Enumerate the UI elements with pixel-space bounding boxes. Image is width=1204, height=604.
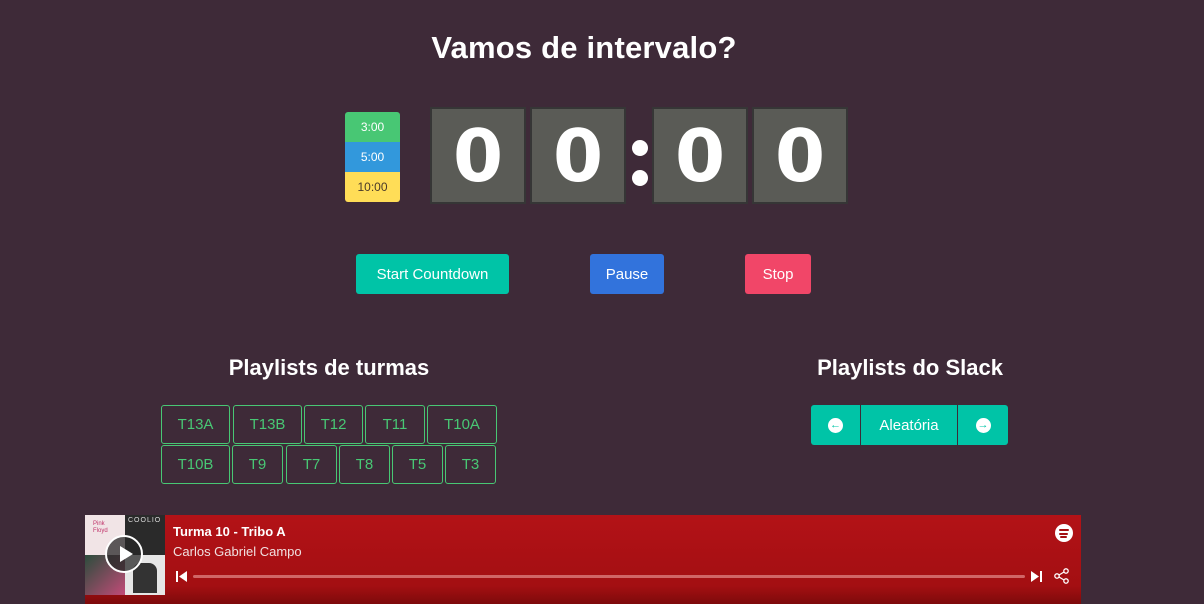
playback-progress-bar[interactable] [193,575,1025,578]
start-countdown-button[interactable]: Start Countdown [356,254,509,294]
share-icon[interactable] [1053,567,1071,585]
turma-button-t7[interactable]: T7 [286,445,337,484]
turma-button-t10b[interactable]: T10B [161,445,230,484]
preset-10min-button[interactable]: 10:00 [345,172,400,202]
turma-button-t12[interactable]: T12 [304,405,363,444]
turmas-playlists-title: Playlists de turmas [228,355,430,380]
minutes-tens-digit: 0 [430,107,526,204]
pause-button[interactable]: Pause [590,254,664,294]
turma-button-t8[interactable]: T8 [339,445,390,484]
cover-text: COOLIO [128,517,162,524]
turma-button-t9[interactable]: T9 [232,445,283,484]
slack-prev-button[interactable]: ← [811,405,860,445]
turma-button-t5[interactable]: T5 [392,445,443,484]
slack-current-playlist-button[interactable]: Aleatória [861,405,957,445]
slack-playlists-title: Playlists do Slack [817,355,1003,380]
arrow-right-icon: → [975,417,991,433]
turma-button-t10a[interactable]: T10A [427,405,497,444]
preset-3min-button[interactable]: 3:00 [345,112,400,142]
play-button[interactable] [105,535,143,573]
skip-next-icon[interactable] [1031,571,1042,582]
colon-dot-bottom [632,170,648,186]
turma-button-t13a[interactable]: T13A [161,405,230,444]
page-title: Vamos de intervalo? [431,30,737,65]
skip-previous-icon[interactable] [176,571,187,582]
track-title: Turma 10 - Tribo A [173,524,286,539]
turma-button-t11[interactable]: T11 [365,405,425,444]
spotify-player: Pink Floyd COOLIO Turma 10 - Tribo A Carl… [85,515,1081,604]
track-artist: Carlos Gabriel Campo [173,544,302,559]
seconds-tens-digit: 0 [652,107,748,204]
playlist-cover-art: Pink Floyd COOLIO [85,515,165,595]
time-presets: 3:00 5:00 10:00 [345,112,400,202]
spotify-logo-icon[interactable] [1055,524,1073,542]
play-icon [119,546,133,562]
preset-5min-button[interactable]: 5:00 [345,142,400,172]
turma-button-t13b[interactable]: T13B [233,405,302,444]
minutes-ones-digit: 0 [530,107,626,204]
slack-next-button[interactable]: → [958,405,1008,445]
seconds-ones-digit: 0 [752,107,848,204]
turma-button-t3[interactable]: T3 [445,445,496,484]
colon-dot-top [632,140,648,156]
arrow-left-icon: ← [828,417,843,433]
stop-button[interactable]: Stop [745,254,811,294]
